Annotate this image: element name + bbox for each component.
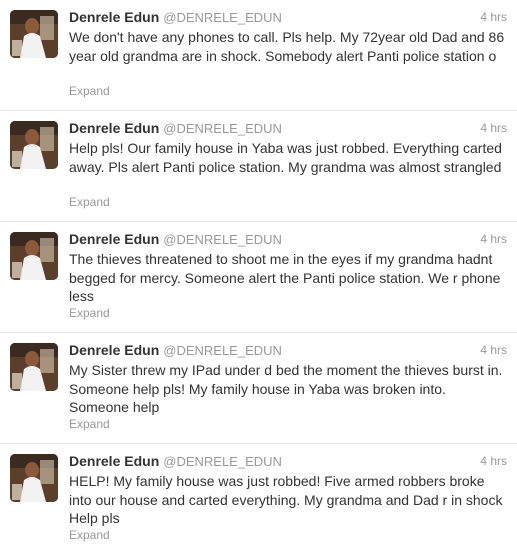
- avatar-image: [10, 343, 58, 391]
- avatar-image: [10, 121, 58, 169]
- avatar[interactable]: [10, 232, 58, 280]
- tweet-timestamp[interactable]: 4 hrs: [480, 10, 507, 24]
- tweet-item[interactable]: Denrele Edun @DENRELE_EDUN 4 hrs The thie…: [0, 222, 517, 333]
- expand-link[interactable]: Expand: [69, 195, 110, 209]
- avatar-image: [10, 454, 58, 502]
- tweet-header: Denrele Edun @DENRELE_EDUN 4 hrs: [69, 9, 507, 27]
- tweet-header: Denrele Edun @DENRELE_EDUN 4 hrs: [69, 120, 507, 138]
- tweet-item[interactable]: Denrele Edun @DENRELE_EDUN 4 hrs HELP! My…: [0, 444, 517, 555]
- tweet-username[interactable]: @DENRELE_EDUN: [163, 343, 282, 358]
- tweet-item[interactable]: Denrele Edun @DENRELE_EDUN 4 hrs My Siste…: [0, 333, 517, 444]
- tweet-fullname[interactable]: Denrele Edun: [69, 342, 159, 358]
- tweet-text: We don't have any phones to call. Pls he…: [69, 29, 505, 64]
- tweet-fullname[interactable]: Denrele Edun: [69, 231, 159, 247]
- avatar-image: [10, 10, 58, 58]
- expand-link[interactable]: Expand: [69, 306, 110, 320]
- tweet-text: Help pls! Our family house in Yaba was j…: [69, 140, 502, 175]
- tweet-header: Denrele Edun @DENRELE_EDUN 4 hrs: [69, 231, 507, 249]
- tweet-text: My Sister threw my IPad under d bed the …: [69, 362, 503, 415]
- tweet-item[interactable]: Denrele Edun @DENRELE_EDUN 4 hrs Help pls…: [0, 111, 517, 222]
- avatar[interactable]: [10, 10, 58, 58]
- expand-link[interactable]: Expand: [69, 528, 110, 542]
- tweet-fullname[interactable]: Denrele Edun: [69, 9, 159, 25]
- tweet-timestamp[interactable]: 4 hrs: [480, 454, 507, 468]
- tweet-timestamp[interactable]: 4 hrs: [480, 343, 507, 357]
- avatar-image: [10, 232, 58, 280]
- tweet-timestamp[interactable]: 4 hrs: [480, 121, 507, 135]
- tweet-text: The thieves threatened to shoot me in th…: [69, 251, 501, 304]
- tweet-text: HELP! My family house was just robbed! F…: [69, 473, 503, 526]
- tweet-username[interactable]: @DENRELE_EDUN: [163, 10, 282, 25]
- tweet-username[interactable]: @DENRELE_EDUN: [163, 121, 282, 136]
- avatar[interactable]: [10, 343, 58, 391]
- expand-link[interactable]: Expand: [69, 84, 110, 98]
- avatar[interactable]: [10, 454, 58, 502]
- tweet-header: Denrele Edun @DENRELE_EDUN 4 hrs: [69, 453, 507, 471]
- tweet-username[interactable]: @DENRELE_EDUN: [163, 232, 282, 247]
- avatar[interactable]: [10, 121, 58, 169]
- tweet-item[interactable]: Denrele Edun @DENRELE_EDUN 4 hrs We don't…: [0, 0, 517, 111]
- tweet-header: Denrele Edun @DENRELE_EDUN 4 hrs: [69, 342, 507, 360]
- tweet-username[interactable]: @DENRELE_EDUN: [163, 454, 282, 469]
- tweet-timestamp[interactable]: 4 hrs: [480, 232, 507, 246]
- tweet-fullname[interactable]: Denrele Edun: [69, 120, 159, 136]
- tweet-fullname[interactable]: Denrele Edun: [69, 453, 159, 469]
- expand-link[interactable]: Expand: [69, 417, 110, 431]
- tweet-timeline: Denrele Edun @DENRELE_EDUN 4 hrs We don't…: [0, 0, 517, 555]
